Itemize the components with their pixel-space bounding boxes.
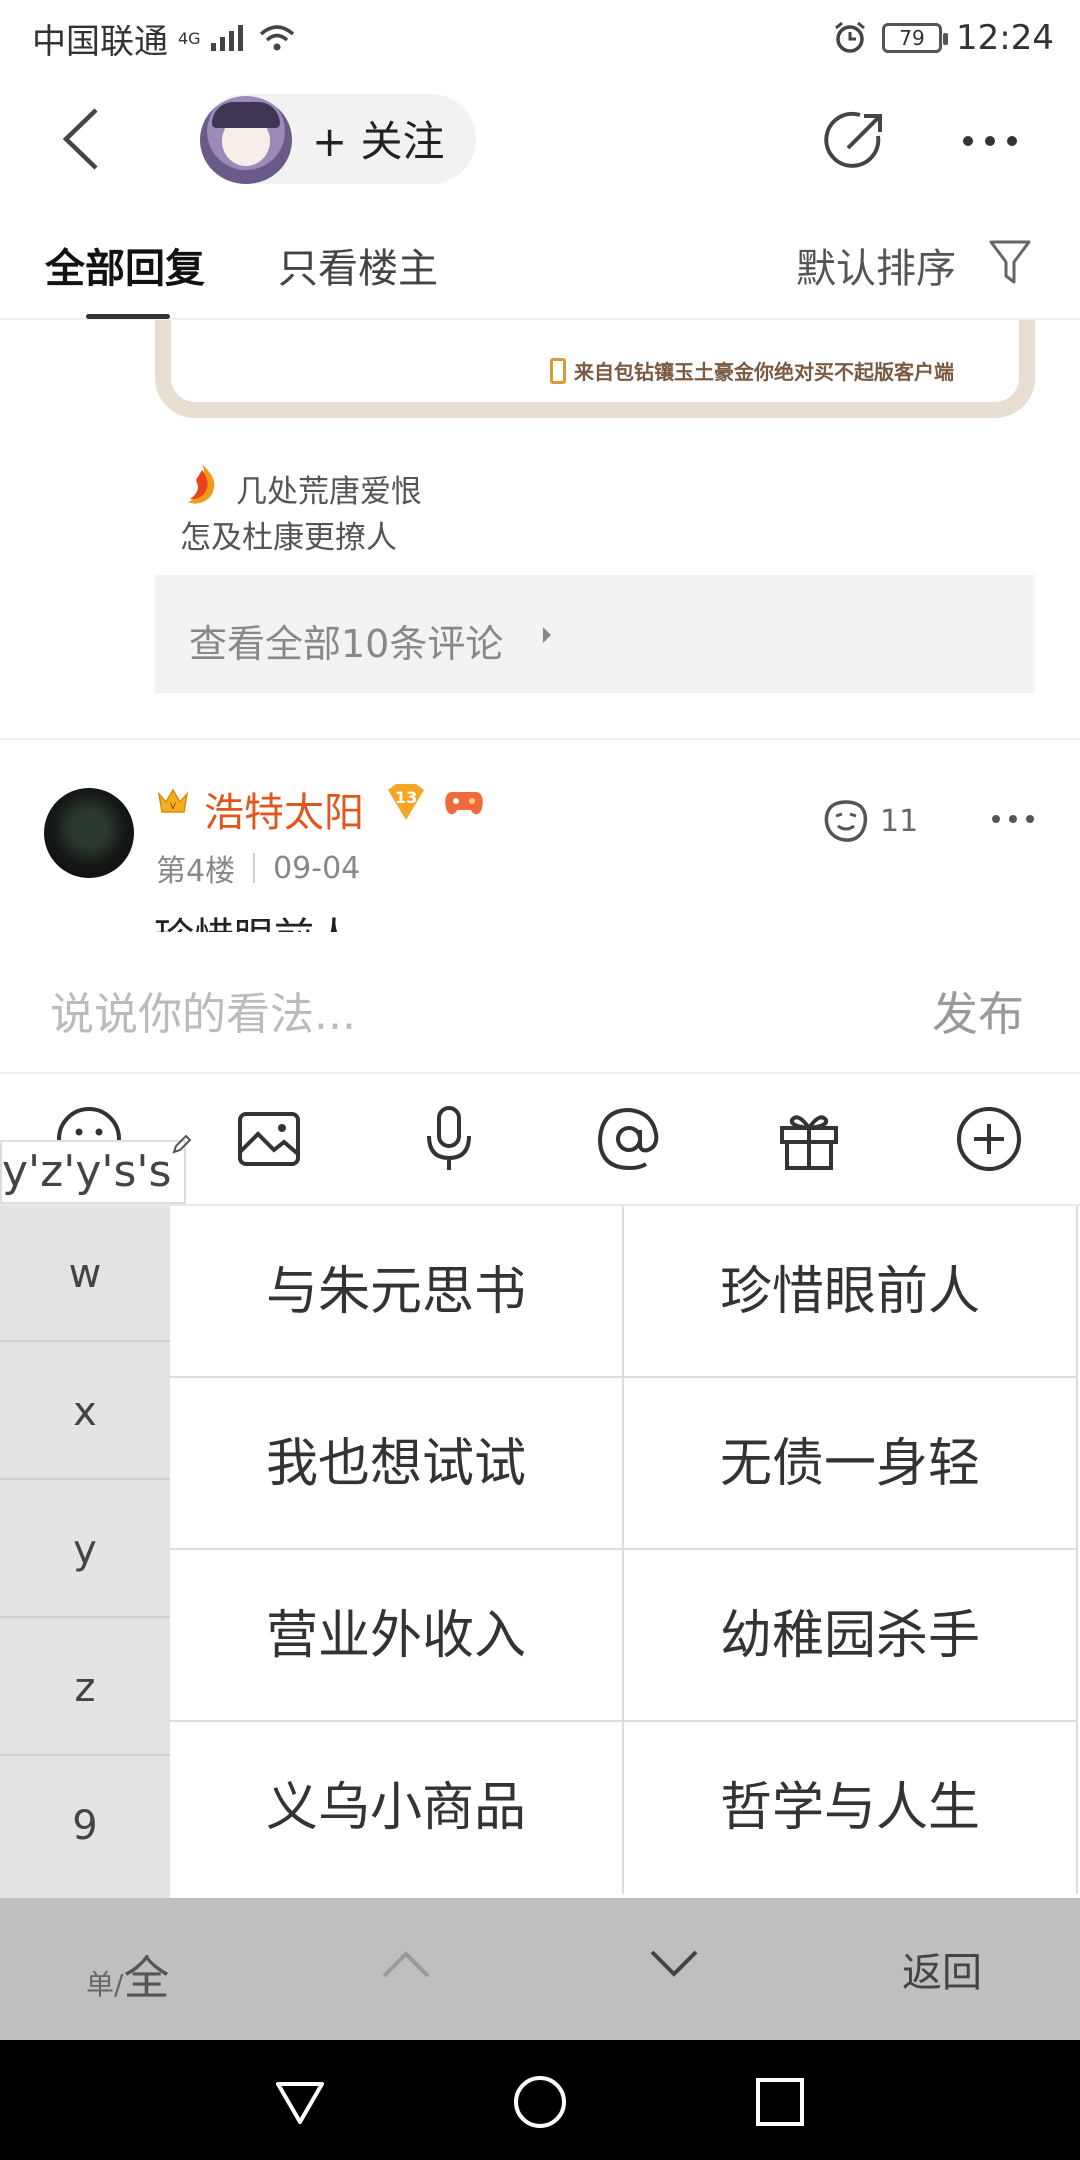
battery-level: 79 — [899, 26, 925, 50]
signal-icon — [210, 25, 243, 51]
half-full-toggle[interactable]: 单/全 — [86, 1942, 169, 2008]
view-all-comments[interactable]: 查看全部10条评论 — [155, 575, 1035, 693]
home-circle-icon[interactable] — [512, 2074, 568, 2130]
letter-key[interactable]: y — [0, 1482, 170, 1618]
candidate-item[interactable]: 哲学与人生 — [624, 1722, 1078, 1894]
follow-button[interactable]: + 关注 — [200, 94, 476, 184]
ime-keyboard: w x y z 9 与朱元思书 珍惜眼前人 我也想试试 无债一身轻 营业外收入 … — [0, 1204, 1080, 2040]
status-bar: 中国联通 4G 79 12:24 — [0, 0, 1080, 76]
comment-text: 珍惜眼前人 — [154, 908, 354, 932]
letter-key[interactable]: z — [0, 1620, 170, 1756]
signature-line-1: 几处荒唐爱恨 — [236, 474, 422, 510]
tab-all-replies[interactable]: 全部回复 — [45, 236, 205, 294]
pencil-icon[interactable] — [170, 1132, 194, 1156]
publish-button[interactable]: 发布 — [932, 978, 1024, 1044]
candidate-item[interactable]: 与朱元思书 — [170, 1206, 624, 1378]
divider — [0, 738, 1080, 740]
like-face-icon[interactable] — [822, 798, 870, 842]
reply-tabs: 全部回复 只看楼主 默认排序 — [0, 202, 1080, 320]
crown-icon: V — [157, 788, 189, 813]
client-source-text: 来自包钻镶玉土豪金你绝对买不起版客户端 — [574, 360, 954, 384]
back-icon[interactable] — [50, 106, 110, 172]
sort-button[interactable]: 默认排序 — [796, 236, 956, 294]
candidate-item[interactable]: 无债一身轻 — [624, 1378, 1078, 1550]
network-type: 4G — [178, 28, 201, 48]
image-icon[interactable] — [234, 1104, 304, 1174]
candidate-item[interactable]: 义乌小商品 — [170, 1722, 624, 1894]
full-width-label: 全 — [123, 1951, 170, 2005]
candidate-item[interactable]: 幼稚园杀手 — [624, 1550, 1078, 1722]
candidate-item[interactable]: 我也想试试 — [170, 1378, 624, 1550]
reply-input[interactable]: 说说你的看法... — [50, 978, 356, 1042]
phone-icon — [550, 357, 566, 384]
back-triangle-icon[interactable] — [272, 2074, 328, 2130]
add-more-icon[interactable] — [954, 1104, 1024, 1174]
level-badge-number: 13 — [395, 788, 418, 807]
top-nav-bar: + 关注 — [0, 76, 1080, 202]
commenter-name[interactable]: 浩特太阳 — [204, 780, 364, 838]
wifi-icon — [259, 25, 294, 51]
avatar[interactable] — [200, 96, 292, 184]
like-count: 11 — [880, 804, 919, 839]
mention-icon[interactable] — [594, 1104, 664, 1174]
tab-owner-only[interactable]: 只看楼主 — [278, 236, 438, 294]
half-width-label: 单/ — [86, 1968, 124, 2001]
signature-line-2: 怎及杜康更撩人 — [180, 520, 397, 556]
keyboard-bottom-bar: 单/全 返回 — [0, 1898, 1080, 2040]
candidate-item[interactable]: 营业外收入 — [170, 1550, 624, 1722]
candidate-grid: 与朱元思书 珍惜眼前人 我也想试试 无债一身轻 营业外收入 幼稚园杀手 义乌小商… — [170, 1206, 1080, 1898]
gamepad-icon — [445, 792, 483, 815]
svg-text:V: V — [170, 802, 177, 812]
candidate-item[interactable]: 珍惜眼前人 — [624, 1206, 1078, 1378]
battery-indicator: 79 — [882, 23, 949, 53]
letter-key[interactable]: x — [0, 1344, 170, 1480]
carrier-label: 中国联通 — [32, 21, 168, 62]
comment-more-icon[interactable] — [990, 806, 1036, 832]
letter-filter-column: w x y z 9 — [0, 1206, 170, 1902]
microphone-icon[interactable] — [414, 1104, 484, 1174]
filter-icon[interactable] — [988, 238, 1032, 286]
meta-separator — [253, 853, 256, 883]
view-all-comments-label: 查看全部10条评论 — [189, 622, 504, 666]
more-icon[interactable] — [960, 116, 1020, 166]
tab-indicator — [86, 314, 170, 319]
share-icon[interactable] — [820, 106, 890, 176]
alarm-icon — [835, 21, 865, 53]
reply-bar: 说说你的看法... 发布 — [0, 934, 1080, 1074]
ime-composition: y'z'y's's — [0, 1140, 186, 1204]
return-button[interactable]: 返回 — [902, 1940, 982, 1998]
letter-key[interactable]: w — [0, 1206, 170, 1342]
system-nav-bar — [0, 2040, 1080, 2160]
comment-date: 09-04 — [273, 850, 361, 886]
chevron-down-icon[interactable] — [646, 1944, 702, 1984]
follow-label: + 关注 — [312, 117, 445, 166]
chevron-up-icon[interactable] — [378, 1944, 434, 1984]
chevron-right-icon — [543, 627, 551, 643]
floor-number: 第4楼 — [156, 854, 236, 889]
clock: 12:24 — [956, 18, 1054, 58]
flame-icon — [188, 464, 215, 504]
gift-icon[interactable] — [774, 1104, 844, 1174]
recents-square-icon[interactable] — [752, 2074, 808, 2130]
comment-meta: 第4楼 09-04 — [156, 846, 360, 890]
letter-key[interactable]: 9 — [0, 1758, 170, 1894]
client-source: 来自包钻镶玉土豪金你绝对买不起版客户端 — [550, 356, 954, 385]
commenter-avatar[interactable] — [44, 788, 134, 878]
